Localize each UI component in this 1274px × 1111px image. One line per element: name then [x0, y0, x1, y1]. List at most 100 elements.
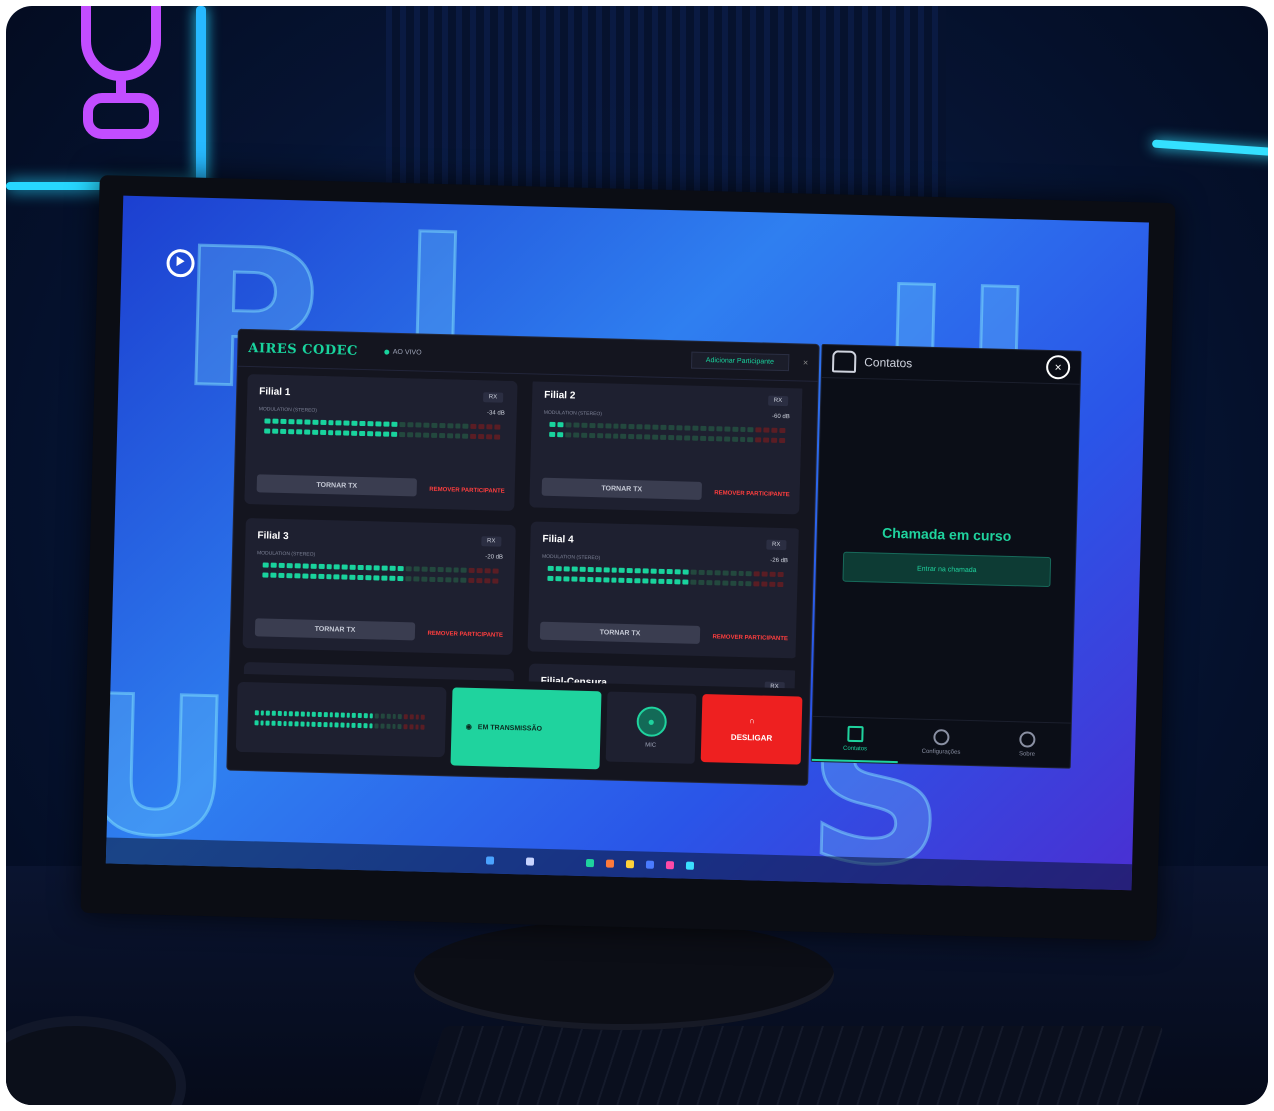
remove-participant-link[interactable]: REMOVER PARTICIPANTE — [714, 490, 790, 498]
meter-segment — [329, 712, 334, 718]
meter-segment — [271, 720, 276, 726]
meter-segment — [294, 711, 299, 717]
meter-segment — [270, 572, 277, 578]
meter-segment — [747, 437, 754, 443]
meter-segment — [359, 430, 366, 437]
make-tx-button[interactable]: TORNAR TX — [256, 474, 418, 497]
meter-segment — [254, 720, 259, 726]
meter-segment — [708, 426, 715, 432]
meter-segment — [698, 569, 705, 576]
meter-segment — [453, 567, 460, 573]
taskbar-app-icon[interactable] — [625, 860, 635, 869]
meter-segment — [612, 423, 619, 429]
monitor-screen: P L U U S AIRES CODEC AO VIVO Adicionar … — [105, 195, 1149, 891]
meter-segment — [460, 577, 467, 583]
meter-segment — [476, 578, 483, 584]
meter-segment — [446, 423, 453, 429]
master-vu-meter — [235, 681, 447, 758]
monitor-stand-base — [414, 920, 834, 1030]
level-readout: -34 dB — [486, 410, 505, 417]
meter-segment — [352, 712, 357, 718]
meter-segment — [730, 570, 737, 576]
meter-segment — [286, 563, 293, 569]
participant-name: Filial 3 — [257, 530, 289, 543]
remove-participant-link[interactable]: REMOVER PARTICIPANTE — [712, 634, 788, 642]
meter-segment — [312, 711, 316, 717]
meter-segment — [399, 421, 406, 428]
taskbar-app-icon[interactable] — [605, 859, 615, 868]
meter-segment — [389, 575, 396, 581]
meter-segment — [317, 721, 322, 728]
meter-segment — [729, 580, 736, 586]
tab-contacts[interactable]: Contatos — [811, 716, 899, 764]
make-tx-button[interactable]: TORNAR TX — [541, 477, 703, 500]
level-readout: -26 dB — [770, 557, 789, 565]
tab-about[interactable]: Sobre — [984, 721, 1071, 767]
meter-segment — [374, 723, 379, 729]
contacts-panel: Contatos × Chamada em curso Entrar na ch… — [810, 343, 1082, 769]
meter-segment — [462, 423, 469, 429]
meter-segment — [288, 419, 295, 425]
meter-segment — [438, 433, 445, 439]
meter-segment — [658, 568, 665, 574]
meter-segment — [254, 710, 259, 716]
meter-segment — [278, 562, 285, 569]
meter-segment — [674, 569, 681, 575]
rx-badge: RX — [479, 680, 500, 689]
taskbar-app-icon[interactable] — [685, 861, 695, 870]
meter-segment — [565, 422, 572, 428]
meter-segment — [323, 712, 328, 718]
meter-segment — [644, 424, 651, 430]
meter-segment — [486, 424, 493, 430]
remove-participant-link[interactable]: REMOVER PARTICIPANTE — [429, 487, 505, 495]
meter-segment — [454, 433, 461, 439]
mic-button[interactable]: ● MIC — [605, 691, 697, 764]
level-readout: -60 dB — [771, 413, 790, 421]
meter-segment — [492, 578, 499, 584]
meter-segment — [289, 711, 294, 717]
meter-segment — [369, 713, 374, 719]
participant-name: Filial 2 — [544, 389, 576, 402]
meter-segment — [779, 427, 786, 434]
codec-header: AIRES CODEC AO VIVO Adicionar Participan… — [237, 329, 819, 382]
meter-segment — [287, 429, 295, 435]
microphone-icon: ● — [635, 706, 667, 738]
taskbar-app-icon[interactable] — [665, 861, 675, 870]
meter-segment — [658, 578, 665, 584]
search-icon[interactable] — [525, 857, 535, 866]
hangup-button[interactable]: ∩ DESLIGAR — [701, 694, 803, 765]
add-participant-button[interactable]: Adicionar Participante — [690, 351, 790, 371]
taskbar-app-icon[interactable] — [645, 860, 655, 869]
meter-segment — [666, 569, 673, 575]
level-meter-right — [262, 572, 499, 584]
meter-segment — [555, 576, 562, 582]
meter-segment — [572, 432, 580, 438]
close-icon[interactable]: × — [1045, 354, 1071, 380]
meter-segment — [684, 435, 691, 441]
meter-segment — [262, 562, 269, 568]
enter-call-button[interactable]: Entrar na chamada — [842, 551, 1052, 588]
meter-segment — [571, 566, 578, 572]
meter-segment — [295, 429, 302, 435]
remove-participant-link[interactable]: REMOVER PARTICIPANTE — [427, 631, 503, 639]
tab-settings[interactable]: Configurações — [898, 719, 985, 765]
meter-segment — [610, 577, 617, 583]
transmission-status-button[interactable]: ◉ EM TRANSMISSÃO — [450, 687, 602, 770]
meter-segment — [698, 579, 705, 586]
meter-segment — [478, 424, 485, 430]
meter-segment — [484, 568, 491, 574]
start-icon[interactable] — [485, 856, 495, 865]
meter-segment — [721, 580, 729, 586]
meter-segment — [557, 422, 564, 428]
make-tx-button[interactable]: TORNAR TX — [539, 621, 701, 644]
phone-icon — [831, 350, 857, 373]
meter-segment — [380, 723, 385, 729]
master-meter-left — [254, 710, 425, 720]
participant-card: Filial 3 RX MODULATION (STEREO) -20 dB T… — [242, 517, 516, 656]
meter-segment — [335, 430, 342, 436]
meter-segment — [310, 563, 317, 569]
participant-name: Filial-Censura — [540, 675, 608, 689]
taskbar-app-icon[interactable] — [585, 859, 595, 868]
make-tx-button[interactable]: TORNAR TX — [254, 618, 416, 641]
close-icon[interactable]: × — [803, 358, 809, 368]
